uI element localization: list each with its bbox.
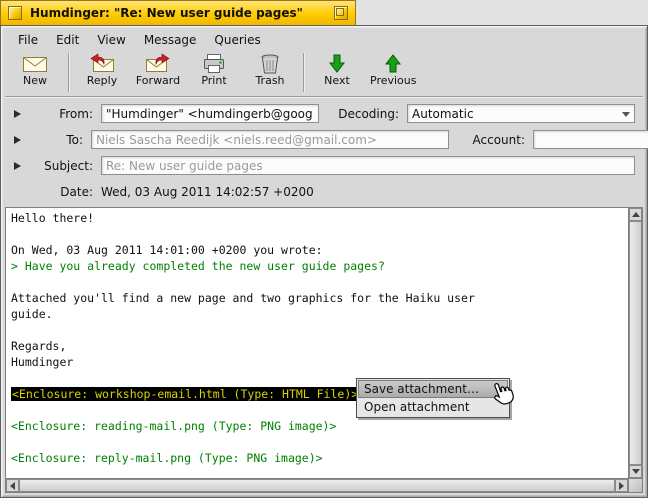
enclosure-link[interactable]: <Enclosure: reading-mail.png (Type: PNG … bbox=[11, 418, 623, 434]
quoted-line: > Have you already completed the new use… bbox=[11, 258, 623, 274]
screen: Humdinger: "Re: New user guide pages" Fi… bbox=[0, 0, 648, 498]
message-text[interactable]: Hello there! On Wed, 03 Aug 2011 14:01:0… bbox=[6, 208, 628, 478]
reply-icon bbox=[89, 53, 115, 74]
horizontal-scrollbar[interactable] bbox=[6, 478, 628, 492]
menubar-item-message[interactable]: Message bbox=[135, 31, 206, 49]
body-line bbox=[11, 370, 623, 386]
menubar-item-edit[interactable]: Edit bbox=[47, 31, 88, 49]
subject-field: Re: New user guide pages bbox=[101, 156, 635, 175]
mail-window: File Edit View Message Queries New bbox=[0, 25, 648, 498]
menubar-item-queries[interactable]: Queries bbox=[205, 31, 269, 49]
arrow-left-icon bbox=[10, 482, 15, 490]
new-mail-icon bbox=[22, 53, 48, 74]
selected-enclosure-text[interactable]: <Enclosure: workshop-email.html (Type: H… bbox=[11, 387, 359, 401]
toolbar-separator bbox=[303, 53, 304, 92]
decoding-dropdown[interactable]: Automatic bbox=[407, 104, 635, 123]
from-field[interactable] bbox=[101, 104, 319, 123]
toolbar-separator bbox=[68, 53, 69, 92]
trash-button-label: Trash bbox=[255, 74, 284, 87]
scroll-up-button[interactable] bbox=[629, 208, 642, 221]
forward-button[interactable]: Forward bbox=[130, 51, 186, 94]
vertical-scroll-knob[interactable] bbox=[629, 221, 642, 465]
new-button[interactable]: New bbox=[7, 51, 63, 94]
previous-button[interactable]: Previous bbox=[365, 51, 422, 94]
next-button[interactable]: Next bbox=[309, 51, 365, 94]
from-row: From: Decoding: Automatic bbox=[5, 104, 635, 123]
trash-button[interactable]: Trash bbox=[242, 51, 298, 94]
print-button[interactable]: Print bbox=[186, 51, 242, 94]
date-label: Date: bbox=[31, 185, 93, 199]
next-button-label: Next bbox=[324, 74, 350, 87]
scroll-right-button[interactable] bbox=[615, 479, 628, 492]
previous-arrow-icon bbox=[383, 53, 403, 74]
body-line bbox=[11, 402, 623, 418]
menubar: File Edit View Message Queries bbox=[5, 30, 643, 50]
toolbar: New Reply bbox=[5, 50, 643, 97]
horizontal-scroll-knob[interactable] bbox=[19, 479, 615, 492]
close-button[interactable] bbox=[8, 6, 22, 20]
scroll-down-button[interactable] bbox=[629, 465, 642, 478]
date-row: Date: Wed, 03 Aug 2011 14:02:57 +0200 bbox=[5, 182, 635, 201]
previous-button-label: Previous bbox=[370, 74, 417, 87]
body-line: guide. bbox=[11, 306, 623, 322]
body-line: Attached you'll find a new page and two … bbox=[11, 290, 623, 306]
body-line bbox=[11, 322, 623, 338]
menu-item-save-attachment[interactable]: Save attachment… bbox=[358, 380, 508, 398]
enclosure-link-selected[interactable]: <Enclosure: workshop-email.html (Type: H… bbox=[11, 386, 623, 402]
decoding-value: Automatic bbox=[412, 107, 474, 121]
body-line: On Wed, 03 Aug 2011 14:01:00 +0200 you w… bbox=[11, 242, 623, 258]
arrow-right-icon bbox=[619, 482, 624, 490]
to-field: Niels Sascha Reedijk <niels.reed@gmail.c… bbox=[91, 130, 449, 149]
menu-item-open-attachment[interactable]: Open attachment bbox=[358, 398, 508, 416]
account-field[interactable] bbox=[533, 130, 648, 149]
arrow-up-icon bbox=[632, 212, 640, 217]
body-line: Regards, bbox=[11, 338, 623, 354]
arrow-down-icon bbox=[632, 469, 640, 474]
next-arrow-icon bbox=[327, 53, 347, 74]
message-body-view[interactable]: Hello there! On Wed, 03 Aug 2011 14:01:0… bbox=[5, 207, 643, 493]
trash-icon bbox=[257, 53, 283, 74]
to-label: To: bbox=[21, 133, 83, 147]
subject-row: Subject: Re: New user guide pages bbox=[5, 156, 635, 175]
from-label: From: bbox=[31, 107, 93, 121]
account-label: Account: bbox=[449, 133, 525, 147]
body-line bbox=[11, 434, 623, 450]
print-button-label: Print bbox=[201, 74, 226, 87]
menubar-item-view[interactable]: View bbox=[88, 31, 134, 49]
body-line bbox=[11, 226, 623, 242]
body-line: Hello there! bbox=[11, 210, 623, 226]
decoding-label: Decoding: bbox=[325, 107, 399, 121]
window-title-tab[interactable]: Humdinger: "Re: New user guide pages" bbox=[0, 0, 356, 25]
reply-button[interactable]: Reply bbox=[74, 51, 130, 94]
scroll-left-button[interactable] bbox=[6, 479, 19, 492]
subject-menu-arrow-icon[interactable] bbox=[14, 162, 21, 170]
mail-headers: From: Decoding: Automatic To: Niels Sasc… bbox=[5, 97, 643, 206]
menubar-item-file[interactable]: File bbox=[9, 31, 47, 49]
enclosure-link[interactable]: <Enclosure: reply-mail.png (Type: PNG im… bbox=[11, 450, 623, 466]
reply-button-label: Reply bbox=[87, 74, 117, 87]
window-title: Humdinger: "Re: New user guide pages" bbox=[30, 6, 326, 20]
resize-corner[interactable] bbox=[628, 478, 642, 492]
from-menu-arrow-icon[interactable] bbox=[14, 110, 21, 118]
print-icon bbox=[201, 53, 227, 74]
to-menu-arrow-icon[interactable] bbox=[14, 136, 21, 144]
chevron-down-icon bbox=[622, 112, 630, 117]
vertical-scrollbar[interactable] bbox=[628, 208, 642, 478]
subject-label: Subject: bbox=[31, 159, 93, 173]
to-row: To: Niels Sascha Reedijk <niels.reed@gma… bbox=[5, 130, 635, 149]
body-line: Humdinger bbox=[11, 354, 623, 370]
forward-button-label: Forward bbox=[136, 74, 180, 87]
new-button-label: New bbox=[23, 74, 47, 87]
body-line bbox=[11, 274, 623, 290]
date-value: Wed, 03 Aug 2011 14:02:57 +0200 bbox=[101, 185, 314, 199]
zoom-button[interactable] bbox=[334, 6, 348, 20]
forward-icon bbox=[145, 53, 171, 74]
